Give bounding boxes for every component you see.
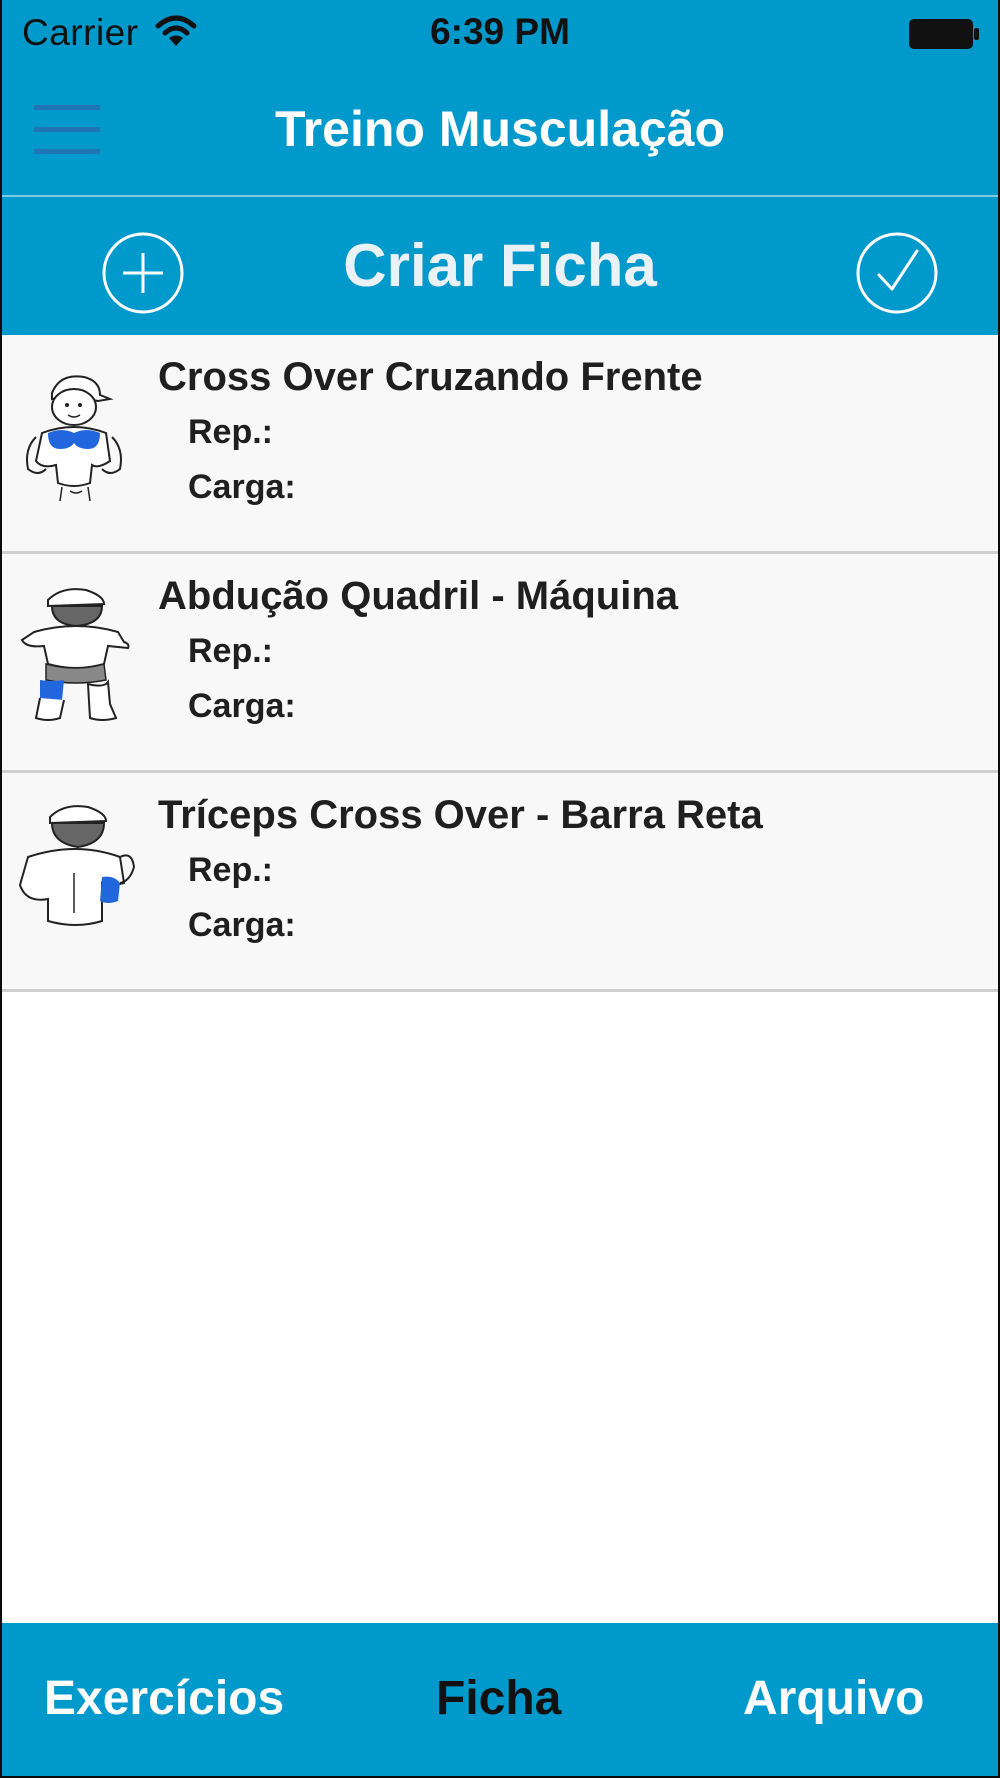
carga-label: Carga:	[188, 468, 296, 506]
status-time: 6:39 PM	[430, 11, 570, 52]
rep-label: Rep.:	[188, 632, 273, 670]
tab-bar: Exercícios Ficha Arquivo	[2, 1623, 998, 1776]
exercise-list: Cross Over Cruzando Frente Rep.: Carga:	[2, 335, 998, 992]
exercise-name: Tríceps Cross Over - Barra Reta	[158, 793, 763, 837]
rep-label: Rep.:	[188, 851, 273, 889]
exercise-thumbnail	[20, 588, 130, 721]
list-item[interactable]: Abdução Quadril - Máquina Rep.: Carga:	[2, 554, 998, 773]
carga-label: Carga:	[188, 906, 296, 944]
header: Carrier 6:39 PM Treino Musculação	[2, 0, 998, 197]
rep-label: Rep.:	[188, 413, 273, 451]
tab-ficha[interactable]: Ficha	[436, 1671, 561, 1726]
app-screen: Carrier 6:39 PM Treino Musculação Criar …	[0, 0, 1000, 1778]
list-item[interactable]: Tríceps Cross Over - Barra Reta Rep.: Ca…	[2, 773, 998, 992]
check-circle-icon[interactable]	[855, 231, 939, 315]
toolbar: Criar Ficha	[2, 197, 998, 335]
navigation-bar: Treino Musculação	[2, 70, 998, 197]
carga-label: Carga:	[188, 687, 296, 725]
exercise-thumbnail	[26, 375, 122, 502]
exercise-thumbnail	[18, 805, 136, 926]
status-bar: Carrier 6:39 PM	[2, 0, 998, 70]
exercise-name: Cross Over Cruzando Frente	[158, 355, 703, 399]
battery-icon	[909, 19, 979, 49]
page-title: Treino Musculação	[274, 101, 726, 157]
list-item[interactable]: Cross Over Cruzando Frente Rep.: Carga:	[2, 335, 998, 554]
tab-exercicios[interactable]: Exercícios	[44, 1671, 284, 1726]
toolbar-title: Criar Ficha	[343, 232, 657, 299]
exercise-name: Abdução Quadril - Máquina	[158, 574, 679, 618]
tab-arquivo[interactable]: Arquivo	[743, 1671, 924, 1726]
